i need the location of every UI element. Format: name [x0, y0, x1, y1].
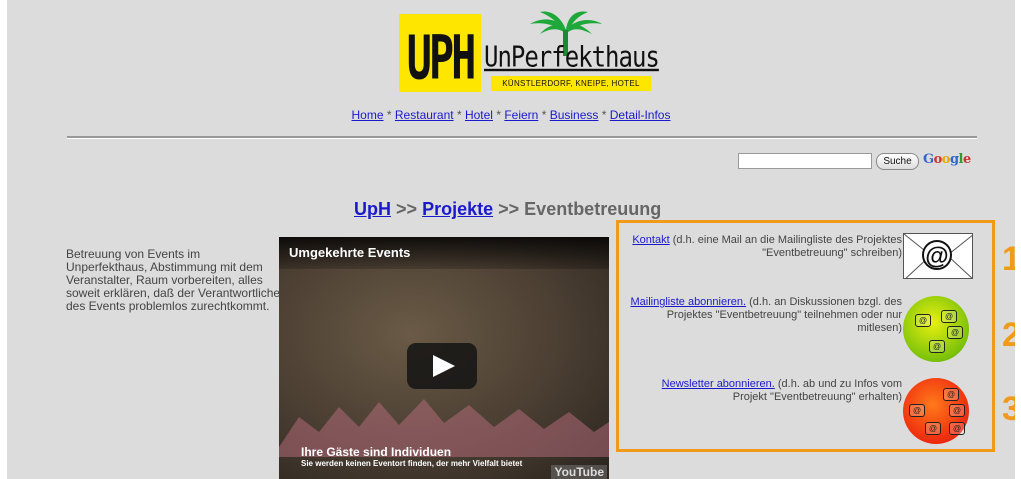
- youtube-logo[interactable]: YouTube: [551, 465, 607, 479]
- nav-separator: *: [386, 108, 392, 122]
- project-description: Betreuung von Events im Unperfekthaus, A…: [66, 247, 281, 313]
- nav-separator: *: [496, 108, 501, 122]
- step-number: 1: [1002, 240, 1015, 278]
- breadcrumb-uph[interactable]: UpH: [354, 199, 391, 219]
- chat-bubble-icon: @: [949, 422, 965, 435]
- chat-bubble-icon: @: [943, 388, 959, 401]
- nav-separator: *: [541, 108, 547, 122]
- newsletter-icon[interactable]: @ @ @ @ @: [903, 378, 969, 444]
- search-input[interactable]: [738, 153, 872, 169]
- breadcrumb-separator: >>: [498, 199, 520, 219]
- mailinglist-icon[interactable]: @ @ @ @: [903, 296, 969, 362]
- nav-business[interactable]: Business: [550, 108, 599, 122]
- google-letter: e: [963, 152, 971, 167]
- play-button[interactable]: [407, 343, 477, 389]
- google-letter: G: [923, 152, 934, 167]
- breadcrumb: UpH >> Projekte >> Eventbetreuung: [354, 199, 661, 220]
- mail-envelope-icon[interactable]: @: [903, 233, 973, 279]
- contact-description: (d.h. eine Mail an die Mailingliste des …: [672, 234, 902, 259]
- mailinglist-text: Mailingliste abonnieren. (d.h. an Diskus…: [622, 296, 902, 335]
- newsletter-link[interactable]: Newsletter abonnieren.: [662, 378, 775, 390]
- logo-tagline: KÜNSTLERDORF, KNEIPE, HOTEL: [491, 76, 651, 91]
- mailinglist-link[interactable]: Mailingliste abonnieren.: [630, 296, 746, 308]
- breadcrumb-projekte[interactable]: Projekte: [422, 199, 493, 219]
- google-letter: o: [933, 152, 943, 167]
- video-player[interactable]: Umgekehrte Events Ihre Gäste sind Indivi…: [279, 237, 609, 479]
- page: UPH UnPerfekthaus KÜNSTLERDORF, KNEIPE, …: [7, 0, 1015, 479]
- video-caption: Ihre Gäste sind Individuen: [301, 445, 452, 459]
- chat-bubble-icon: @: [947, 326, 963, 339]
- nav-separator: *: [601, 108, 607, 122]
- nav-feiern[interactable]: Feiern: [504, 108, 538, 122]
- at-sign-icon: @: [922, 240, 952, 270]
- breadcrumb-current: Eventbetreuung: [524, 199, 662, 219]
- chat-bubble-icon: @: [909, 404, 925, 417]
- horizontal-divider: [67, 136, 977, 139]
- step-number: 3: [1002, 390, 1015, 428]
- step-number: 2: [1002, 316, 1015, 354]
- contact-text: Kontakt (d.h. eine Mail an die Mailingli…: [632, 234, 902, 260]
- breadcrumb-separator: >>: [396, 199, 418, 219]
- logo-mark-text: UPH: [406, 22, 477, 94]
- logo-mark[interactable]: UPH: [399, 14, 481, 94]
- contact-link[interactable]: Kontakt: [632, 234, 669, 246]
- google-letter: g: [949, 152, 959, 167]
- video-title[interactable]: Umgekehrte Events: [279, 237, 609, 269]
- search-button[interactable]: Suche: [876, 153, 919, 170]
- chat-bubble-icon: @: [929, 340, 945, 353]
- chat-bubble-icon: @: [949, 404, 965, 417]
- nav-separator: *: [456, 108, 462, 122]
- subscription-panel: Kontakt (d.h. eine Mail an die Mailingli…: [616, 220, 995, 452]
- nav-detail-infos[interactable]: Detail-Infos: [610, 108, 671, 122]
- nav-restaurant[interactable]: Restaurant: [395, 108, 454, 122]
- video-subcaption: Sie werden keinen Eventort finden, der m…: [301, 459, 523, 468]
- newsletter-text: Newsletter abonnieren. (d.h. ab und zu I…: [642, 378, 902, 404]
- chat-bubble-icon: @: [925, 422, 941, 435]
- logo-name[interactable]: UnPerfekthaus: [484, 40, 660, 74]
- google-letter: o: [941, 152, 951, 167]
- main-nav: Home * Restaurant * Hotel * Feiern * Bus…: [7, 108, 1015, 122]
- chat-bubble-icon: @: [941, 310, 957, 323]
- nav-home[interactable]: Home: [352, 108, 384, 122]
- google-logo[interactable]: Google: [923, 152, 971, 167]
- chat-bubble-icon: @: [915, 314, 931, 327]
- nav-hotel[interactable]: Hotel: [465, 108, 493, 122]
